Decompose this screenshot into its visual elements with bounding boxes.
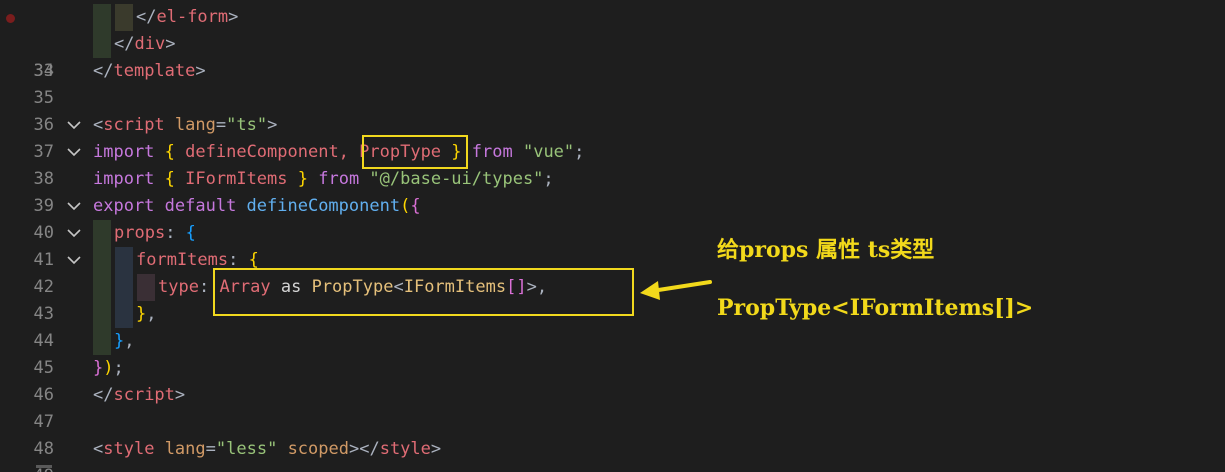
code-text: },	[136, 304, 157, 324]
chevron-down-icon[interactable]	[66, 247, 82, 274]
indent-guide	[93, 274, 111, 301]
annotation-title: 给props 属性 ts类型	[717, 237, 935, 263]
code-text: </script>	[93, 385, 186, 405]
code-line-48[interactable]: 48	[0, 409, 1225, 459]
code-line-38[interactable]: 38 import { defineComponent, PropType } …	[0, 139, 1225, 189]
code-text: <script lang="ts">	[93, 115, 278, 135]
indent-guide	[115, 4, 133, 31]
code-text: export default defineComponent({	[93, 196, 421, 216]
code-line-39[interactable]: 39 import { IFormItems } from "@/base-ui…	[0, 166, 1225, 216]
code-text: },	[114, 331, 135, 351]
code-line-41[interactable]: 41 props: {	[0, 220, 1225, 270]
line-number-fragment	[36, 465, 52, 468]
code-text: <style lang="less" scoped></style>	[93, 439, 442, 459]
code-text: </template>	[93, 61, 206, 81]
chevron-down-icon[interactable]	[66, 139, 82, 166]
code-line-partial	[0, 463, 1225, 472]
annotation-code: PropType<IFormItems[]>	[717, 295, 1034, 321]
code-editor[interactable]: 33 </el-form> 34 </div> 35 </template> 3…	[0, 0, 1225, 472]
code-text: </div>	[114, 34, 176, 54]
code-line-46[interactable]: 46 });	[0, 355, 1225, 405]
code-line-37[interactable]: 37 <script lang="ts">	[0, 112, 1225, 162]
indent-guide	[93, 247, 111, 274]
indent-guide	[115, 301, 133, 328]
code-text: import { IFormItems } from "@/base-ui/ty…	[93, 169, 554, 189]
code-text: </el-form>	[136, 7, 239, 27]
highlight-box-type-line	[213, 268, 634, 316]
indent-guide	[93, 328, 111, 355]
indent-guide	[93, 31, 111, 58]
indent-guide	[115, 247, 133, 274]
indent-guide	[93, 4, 111, 31]
indent-guide	[93, 301, 111, 328]
code-line-40[interactable]: 40 export default defineComponent({	[0, 193, 1225, 243]
code-line-33[interactable]: 33 </el-form>	[0, 4, 1225, 81]
code-line-36[interactable]: 36	[0, 85, 1225, 135]
chevron-down-icon[interactable]	[66, 112, 82, 139]
indent-guide	[137, 274, 155, 301]
chevron-down-icon[interactable]	[66, 220, 82, 247]
code-line-47[interactable]: 47 </script>	[0, 382, 1225, 432]
arrow-left-icon	[640, 280, 712, 300]
code-text: import { defineComponent, PropType } fro…	[93, 142, 585, 162]
chevron-down-icon[interactable]	[66, 193, 82, 220]
code-text: });	[93, 358, 124, 378]
indent-guide	[93, 220, 111, 247]
code-line-34[interactable]: 34 </div>	[0, 31, 1225, 81]
code-line-35[interactable]: 35 </template>	[0, 58, 1225, 108]
breakpoint-icon[interactable]	[6, 14, 15, 23]
code-text: props: {	[114, 223, 196, 243]
indent-guide	[115, 274, 133, 301]
code-line-45[interactable]: 45 },	[0, 328, 1225, 378]
highlight-box-proptype-import	[362, 135, 468, 169]
code-line-49[interactable]: 49 <style lang="less" scoped></style>	[0, 436, 1225, 472]
